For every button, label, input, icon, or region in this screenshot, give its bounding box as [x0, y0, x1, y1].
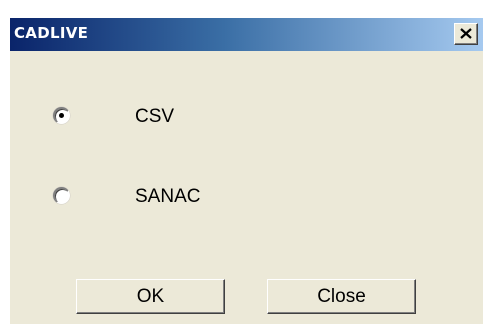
radio-button-csv[interactable] — [53, 107, 70, 124]
cadlive-dialog: CADLIVE CSV SANAC OK Close — [9, 17, 483, 324]
radio-option-csv[interactable]: CSV — [10, 102, 483, 132]
radio-option-sanac[interactable]: SANAC — [10, 182, 483, 212]
close-x-icon — [460, 28, 472, 39]
title-bar[interactable]: CADLIVE — [10, 18, 483, 51]
radio-label-sanac: SANAC — [135, 186, 201, 207]
radio-selected-dot — [59, 113, 64, 118]
radio-label-csv: CSV — [135, 106, 175, 127]
close-button[interactable]: Close — [267, 279, 416, 314]
radio-button-sanac[interactable] — [53, 187, 70, 204]
title-close-button[interactable] — [454, 23, 478, 45]
window-title: CADLIVE — [14, 24, 89, 42]
ok-button[interactable]: OK — [76, 279, 225, 314]
